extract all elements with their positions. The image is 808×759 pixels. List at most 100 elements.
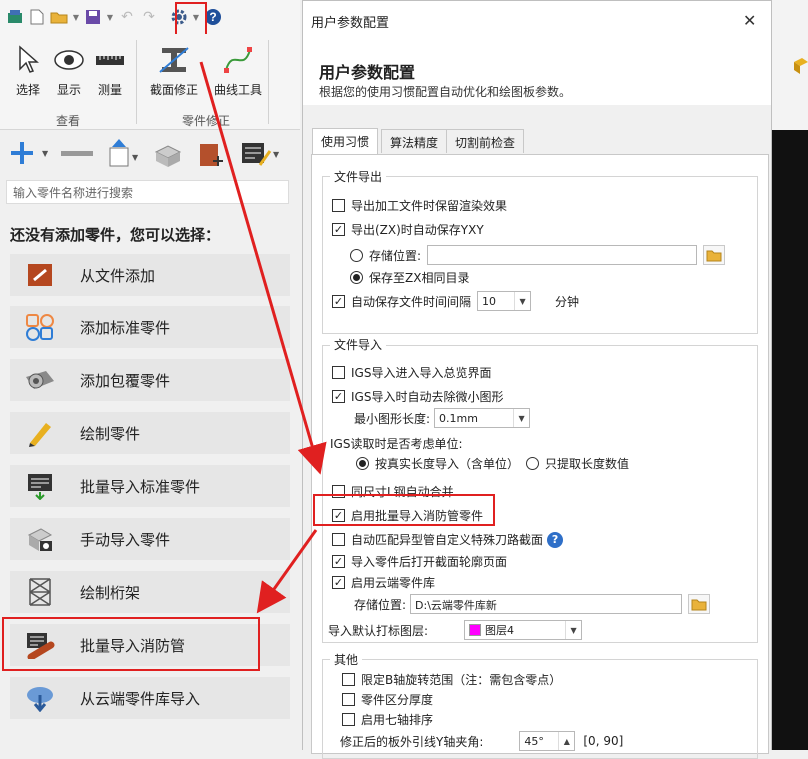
curve-icon (221, 42, 255, 78)
min-length-select[interactable]: 0.1mm ▼ (434, 408, 531, 428)
storage-location-option[interactable]: 存储位置: (350, 245, 726, 265)
draw-truss-button[interactable]: 绘制桁架 (10, 571, 290, 613)
add-plus-icon[interactable]: ▼ (8, 140, 49, 169)
open-section-page-checkbox[interactable]: ✓ (332, 555, 345, 568)
auto-match-pipe-checkbox[interactable] (332, 533, 345, 546)
eye-icon (52, 42, 86, 78)
angle-stepper[interactable]: 45° ▲ (519, 731, 576, 751)
seven-axis-option[interactable]: 启用七轴排序 (342, 711, 433, 728)
dialog-window-title: 用户参数配置 (311, 16, 390, 31)
curve-tool-button[interactable]: 曲线工具 (214, 42, 262, 98)
cloud-storage-input[interactable]: D:\云端零件库新 (410, 594, 683, 614)
folder-icon[interactable] (703, 245, 726, 265)
dialog-body: 使用习惯 算法精度 切割前检查 文件导出 导出加工文件时保留渲染效果 ✓ 导出(… (303, 105, 771, 759)
help-icon[interactable]: ? (547, 531, 564, 548)
chevron-down-icon[interactable]: ▼ (72, 13, 80, 22)
ruler-icon (93, 42, 127, 78)
angle-label: 修正后的板外引线Y轴夹角: (340, 734, 484, 749)
add-wrap-part-button[interactable]: 添加包覆零件 (10, 359, 290, 401)
tab-usage-habits[interactable]: 使用习惯 (312, 128, 379, 154)
redo-icon[interactable]: ↷ (140, 8, 158, 26)
igs-overview-option[interactable]: IGS导入进入导入总览界面 (332, 364, 491, 381)
unit-real-option[interactable]: 按真实长度导入（含单位） (356, 455, 519, 472)
export-icon[interactable]: ▼ (106, 138, 140, 171)
keep-render-option[interactable]: 导出加工文件时保留渲染效果 (332, 197, 507, 214)
unit-real-radio[interactable] (356, 457, 369, 470)
tab-pre-cut-check[interactable]: 切割前检查 (446, 129, 525, 153)
manual-import-icon (20, 523, 60, 555)
auto-match-pipe-option[interactable]: 自动匹配异型管自定义特殊刀路截面 ? (332, 531, 564, 548)
manual-import-label: 手动导入零件 (80, 530, 171, 549)
new-file-icon[interactable] (28, 8, 46, 26)
part-toolbar: ▼ ▼ ▼ (0, 131, 300, 177)
tab-algorithm-precision[interactable]: 算法精度 (381, 129, 448, 153)
pencil-icon (20, 417, 60, 449)
auto-save-interval-select[interactable]: 10 ▼ (477, 291, 532, 311)
cloud-storage-label: 存储位置: (354, 597, 407, 612)
add-standard-part-button[interactable]: 添加标准零件 (10, 306, 290, 348)
batch-import-standard-button[interactable]: 批量导入标准零件 (10, 465, 290, 507)
tube-add-icon[interactable] (196, 138, 228, 171)
default-layer-value: 图层4 (485, 624, 515, 637)
import-from-cloud-button[interactable]: 从云端零件库导入 (10, 677, 290, 719)
batch-import-standard-label: 批量导入标准零件 (80, 477, 201, 496)
undo-icon[interactable]: ↶ (118, 8, 136, 26)
part-search-input[interactable]: 输入零件名称进行搜索 (6, 180, 289, 204)
default-layer-select[interactable]: 图层4 ▼ (464, 620, 583, 640)
storage-location-radio[interactable] (350, 248, 363, 262)
limit-b-axis-checkbox[interactable] (342, 673, 355, 686)
folder-icon[interactable] (688, 594, 711, 614)
enable-cloud-option[interactable]: ✓ 启用云端零件库 (332, 574, 435, 591)
igs-remove-small-option[interactable]: ✓ IGS导入时自动去除微小图形 (332, 388, 503, 405)
open-folder-icon[interactable] (50, 8, 68, 26)
remove-minus-icon[interactable] (60, 140, 94, 169)
curve-tool-label: 曲线工具 (214, 83, 263, 97)
add-from-file-button[interactable]: 从文件添加 (10, 254, 290, 296)
close-icon[interactable]: ✕ (743, 11, 756, 30)
storage-location-input[interactable] (427, 245, 698, 265)
edit-list-icon[interactable]: ▼ (240, 139, 280, 170)
thickness-checkbox[interactable] (342, 693, 355, 706)
limit-b-axis-option[interactable]: 限定B轴旋转范围（注：需包含零点） (342, 671, 561, 688)
measure-label: 测量 (97, 83, 122, 97)
manual-import-button[interactable]: 手动导入零件 (10, 518, 290, 560)
keep-render-label: 导出加工文件时保留渲染效果 (351, 199, 508, 213)
chevron-down-icon[interactable]: ▼ (106, 13, 114, 22)
draw-part-label: 绘制零件 (80, 424, 141, 443)
draw-part-button[interactable]: 绘制零件 (10, 412, 290, 454)
auto-save-interval-option[interactable]: ✓ 自动保存文件时间间隔 10 ▼ 分钟 (332, 291, 579, 311)
unit-value-radio[interactable] (526, 457, 539, 470)
igs-overview-label: IGS导入进入导入总览界面 (351, 366, 492, 380)
igs-remove-small-checkbox[interactable]: ✓ (332, 390, 345, 403)
save-icon[interactable] (84, 8, 102, 26)
section-fix-button[interactable]: 截面修正 (150, 42, 198, 98)
import-group-title: 文件导入 (330, 336, 387, 353)
save-same-dir-radio[interactable] (350, 271, 363, 284)
keep-render-checkbox[interactable] (332, 199, 345, 212)
quick-access-toolbar: ▼ ▼ ↶ ↷ ▼ ? (0, 0, 300, 34)
file-add-icon (20, 259, 60, 291)
import-from-cloud-label: 从云端零件库导入 (80, 689, 201, 708)
section-fix-label: 截面修正 (150, 83, 199, 97)
empty-hint-title: 还没有添加零件，您可以选择： (10, 226, 221, 244)
thickness-option[interactable]: 零件区分厚度 (342, 691, 433, 708)
tab-panel-usage-habits: 文件导出 导出加工文件时保留渲染效果 ✓ 导出(ZX)时自动保存YXY 存储位置… (311, 154, 769, 759)
other-group-title: 其他 (330, 651, 363, 668)
unit-value-option[interactable]: 只提取长度数值 (526, 455, 629, 472)
measure-button[interactable]: 测量 (86, 42, 134, 98)
batch-import-icon (20, 470, 60, 502)
open-section-page-option[interactable]: ✓ 导入零件后打开截面轮廓页面 (332, 553, 507, 570)
part-3d-icon[interactable] (152, 138, 184, 171)
auto-save-yxy-label: 导出(ZX)时自动保存YXY (351, 223, 484, 237)
enable-cloud-checkbox[interactable]: ✓ (332, 576, 345, 589)
igs-overview-checkbox[interactable] (332, 366, 345, 379)
thickness-label: 零件区分厚度 (361, 693, 434, 707)
default-layer-label: 导入默认打标图层: (328, 623, 429, 638)
open-section-page-label: 导入零件后打开截面轮廓页面 (351, 555, 508, 569)
ribbon-separator (268, 40, 269, 124)
seven-axis-checkbox[interactable] (342, 713, 355, 726)
auto-save-yxy-option[interactable]: ✓ 导出(ZX)时自动保存YXY (332, 221, 484, 238)
auto-save-yxy-checkbox[interactable]: ✓ (332, 223, 345, 236)
auto-save-interval-checkbox[interactable]: ✓ (332, 294, 345, 308)
save-same-dir-option[interactable]: 保存至ZX相同目录 (350, 269, 469, 286)
